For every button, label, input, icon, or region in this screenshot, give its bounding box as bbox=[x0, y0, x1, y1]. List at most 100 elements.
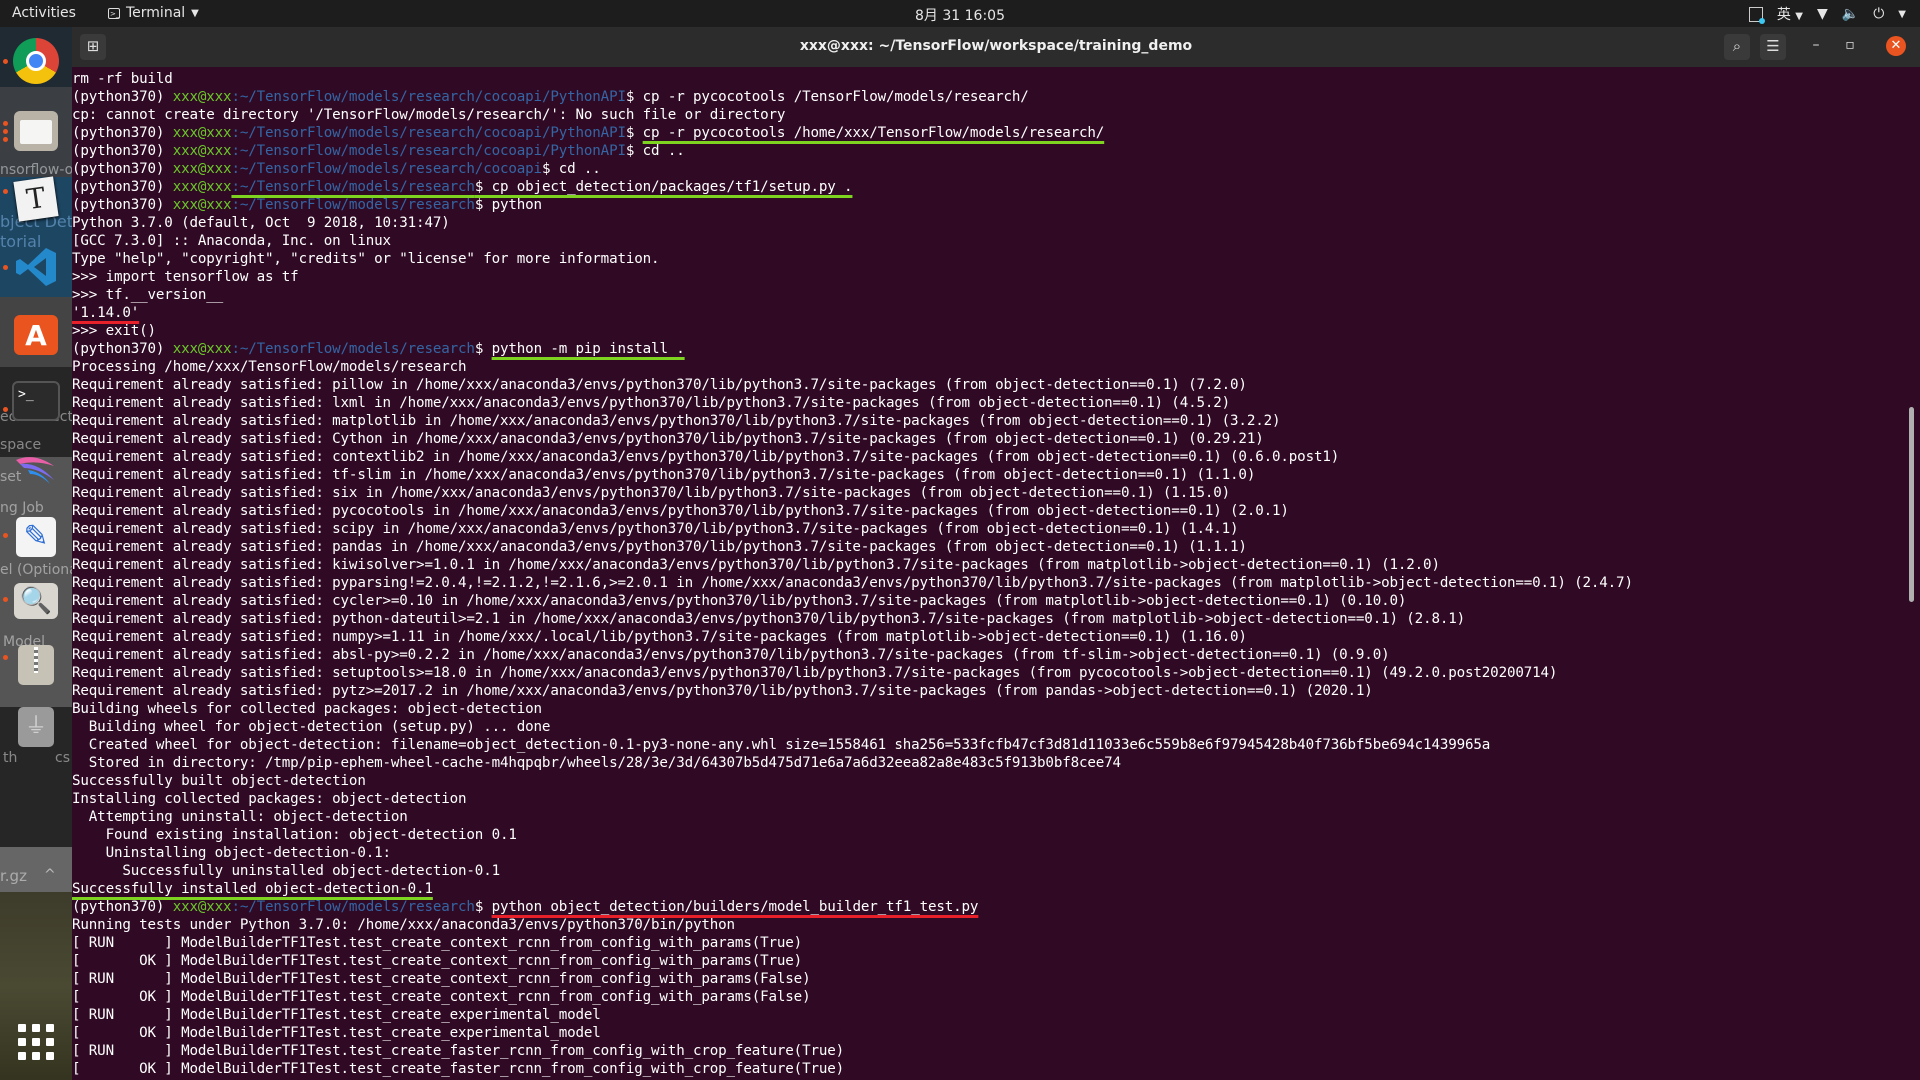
output-line: [ RUN ] ModelBuilderTF1Test.test_create_… bbox=[72, 1042, 1633, 1060]
output-line: [ OK ] ModelBuilderTF1Test.test_create_c… bbox=[72, 988, 1633, 1006]
output-line: [ OK ] ModelBuilderTF1Test.test_create_f… bbox=[72, 1060, 1633, 1078]
output-line: Created wheel for object-detection: file… bbox=[72, 736, 1633, 754]
text-editor-icon: ✎ bbox=[16, 517, 56, 557]
output-line: Processing /home/xxx/TensorFlow/models/r… bbox=[72, 358, 1633, 376]
image-viewer-icon: 🔍 bbox=[14, 583, 58, 619]
kite-icon bbox=[16, 457, 54, 484]
show-applications-icon[interactable] bbox=[18, 1024, 54, 1060]
output-text: Requirement already satisfied: Cython in… bbox=[72, 431, 1264, 447]
dock-item-typora[interactable]: T bbox=[3, 175, 60, 223]
prompt-user: xxx@xxx bbox=[172, 341, 232, 357]
output-line: Requirement already satisfied: python-da… bbox=[72, 610, 1633, 628]
output-text: Requirement already satisfied: pillow in… bbox=[72, 377, 1247, 393]
output-line: Found existing installation: object-dete… bbox=[72, 826, 1633, 844]
search-icon[interactable]: ⌕ bbox=[1724, 34, 1750, 60]
prompt-line: (python370) xxx@xxx:~/TensorFlow/models/… bbox=[72, 178, 1633, 196]
minimize-icon[interactable]: – bbox=[1806, 37, 1826, 53]
prompt-user: xxx@xxx bbox=[172, 161, 232, 177]
dock-item-usb[interactable]: ⏚ bbox=[12, 703, 60, 751]
command-text: $ python bbox=[474, 197, 542, 213]
output-text: Requirement already satisfied: tf-slim i… bbox=[72, 467, 1256, 483]
prompt-path: :~/TensorFlow/models/research/cocoapi/Py… bbox=[231, 89, 626, 105]
output-text: Requirement already satisfied: pandas in… bbox=[72, 539, 1247, 555]
output-line: [ RUN ] ModelBuilderTF1Test.test_create_… bbox=[72, 934, 1633, 952]
output-line: Requirement already satisfied: setuptool… bbox=[72, 664, 1633, 682]
output-line: Requirement already satisfied: scipy in … bbox=[72, 520, 1633, 538]
output-text: Requirement already satisfied: numpy>=1.… bbox=[72, 629, 1247, 645]
app-menu-label: Terminal bbox=[126, 5, 186, 21]
output-line: Successfully built object-detection bbox=[72, 772, 1633, 790]
chevron-up-icon[interactable]: ^ bbox=[44, 867, 56, 883]
command-text: $ bbox=[625, 125, 643, 141]
activities-button[interactable]: Activities bbox=[12, 5, 76, 21]
output-text: >>> tf.__version__ bbox=[72, 287, 224, 303]
dock-item-image-viewer[interactable]: 🔍 bbox=[3, 577, 60, 625]
terminal-window: ⊞ xxx@xxx: ~/TensorFlow/workspace/traini… bbox=[72, 27, 1920, 1080]
output-text: Requirement already satisfied: lxml in /… bbox=[72, 395, 1231, 411]
output-text: [ RUN ] ModelBuilderTF1Test.test_create_… bbox=[72, 935, 803, 951]
output-line: [ RUN ] ModelBuilderTF1Test.test_create_… bbox=[72, 1006, 1633, 1024]
system-tray: 英 ▼ ▼ 🔈 ⏻ ▼ bbox=[1748, 4, 1906, 24]
output-text: Requirement already satisfied: contextli… bbox=[72, 449, 1340, 465]
prompt-path: :~/TensorFlow/models/research bbox=[231, 197, 475, 213]
hamburger-menu-icon[interactable]: ☰ bbox=[1760, 34, 1786, 60]
output-line: Requirement already satisfied: contextli… bbox=[72, 448, 1633, 466]
maximize-icon[interactable]: ▫ bbox=[1840, 37, 1860, 53]
highlighted-command: python object_detection/builders/model_b… bbox=[491, 899, 979, 915]
output-line: [ OK ] ModelBuilderTF1Test.test_create_c… bbox=[72, 952, 1633, 970]
input-method-menu[interactable]: 英 ▼ bbox=[1777, 4, 1803, 24]
clock-datetime[interactable]: 8月 31 16:05 bbox=[915, 8, 1005, 24]
dock-item-text-editor[interactable]: ✎ bbox=[3, 513, 60, 561]
dock-item-archive[interactable] bbox=[3, 641, 60, 689]
output-line: Running tests under Python 3.7.0: /home/… bbox=[72, 916, 1633, 934]
output-line: Requirement already satisfied: tf-slim i… bbox=[72, 466, 1633, 484]
prompt-line: (python370) xxx@xxx:~/TensorFlow/models/… bbox=[72, 88, 1633, 106]
title-bar[interactable]: ⊞ xxx@xxx: ~/TensorFlow/workspace/traini… bbox=[72, 27, 1920, 67]
output-line: Attempting uninstall: object-detection bbox=[72, 808, 1633, 826]
prompt-env: (python370) bbox=[72, 125, 173, 141]
prompt-user: xxx@xxx bbox=[172, 899, 232, 915]
chevron-down-icon: ▼ bbox=[1795, 11, 1803, 22]
scrollbar[interactable] bbox=[1909, 407, 1914, 602]
output-text: Created wheel for object-detection: file… bbox=[72, 737, 1491, 753]
output-text: [ OK ] ModelBuilderTF1Test.test_create_f… bbox=[72, 1061, 845, 1077]
output-line: Python 3.7.0 (default, Oct 9 2018, 10:31… bbox=[72, 214, 1633, 232]
output-line: Type "help", "copyright", "credits" or "… bbox=[72, 250, 1633, 268]
app-menu[interactable]: >_ Terminal ▼ bbox=[108, 5, 199, 21]
dock-item-vscode[interactable] bbox=[3, 243, 60, 291]
output-text: rm -rf build bbox=[72, 71, 173, 87]
output-text: Stored in directory: /tmp/pip-ephem-whee… bbox=[72, 755, 1121, 771]
top-bar: Activities >_ Terminal ▼ 8月 31 16:05 英 ▼… bbox=[0, 0, 1920, 27]
dock-item-software[interactable]: A bbox=[12, 311, 60, 359]
volume-icon[interactable]: 🔈 bbox=[1842, 6, 1859, 22]
dock-item-kite[interactable] bbox=[12, 445, 60, 493]
system-menu-chevron-icon[interactable]: ▼ bbox=[1898, 9, 1906, 20]
prompt-line: (python370) xxx@xxx:~/TensorFlow/models/… bbox=[72, 898, 1633, 916]
output-text: [ RUN ] ModelBuilderTF1Test.test_create_… bbox=[72, 971, 811, 987]
close-icon[interactable]: ✕ bbox=[1886, 36, 1906, 56]
output-line: rm -rf build bbox=[72, 70, 1633, 88]
dock-item-terminal[interactable]: >_ bbox=[3, 377, 64, 425]
prompt-user: xxx@xxx bbox=[172, 197, 232, 213]
command-text: $ bbox=[474, 899, 492, 915]
output-text: >>> exit() bbox=[72, 323, 156, 339]
window-title: xxx@xxx: ~/TensorFlow/workspace/training… bbox=[799, 38, 1193, 54]
dock-item-files[interactable] bbox=[3, 107, 60, 155]
background-text: el (Optional bbox=[0, 562, 72, 578]
archive-icon bbox=[18, 645, 54, 685]
output-line: Requirement already satisfied: six in /h… bbox=[72, 484, 1633, 502]
power-icon[interactable]: ⏻ bbox=[1873, 6, 1884, 22]
software-store-icon: A bbox=[14, 315, 58, 355]
wifi-icon[interactable]: ▼ bbox=[1817, 6, 1828, 22]
background-text: th bbox=[3, 750, 18, 766]
typora-icon: T bbox=[13, 176, 59, 222]
output-text: >>> import tensorflow as tf bbox=[72, 269, 299, 285]
dock-item-chrome[interactable] bbox=[3, 37, 60, 85]
screenshot-indicator-icon[interactable] bbox=[1748, 6, 1765, 24]
chrome-icon bbox=[13, 38, 59, 84]
output-text: Requirement already satisfied: pytz>=201… bbox=[72, 683, 1373, 699]
command-text: $ cd .. bbox=[625, 143, 685, 159]
output-text: [ RUN ] ModelBuilderTF1Test.test_create_… bbox=[72, 1043, 845, 1059]
output-text: Requirement already satisfied: matplotli… bbox=[72, 413, 1281, 429]
terminal-output[interactable]: rm -rf build (python370) xxx@xxx:~/Tensor… bbox=[72, 67, 1920, 1080]
